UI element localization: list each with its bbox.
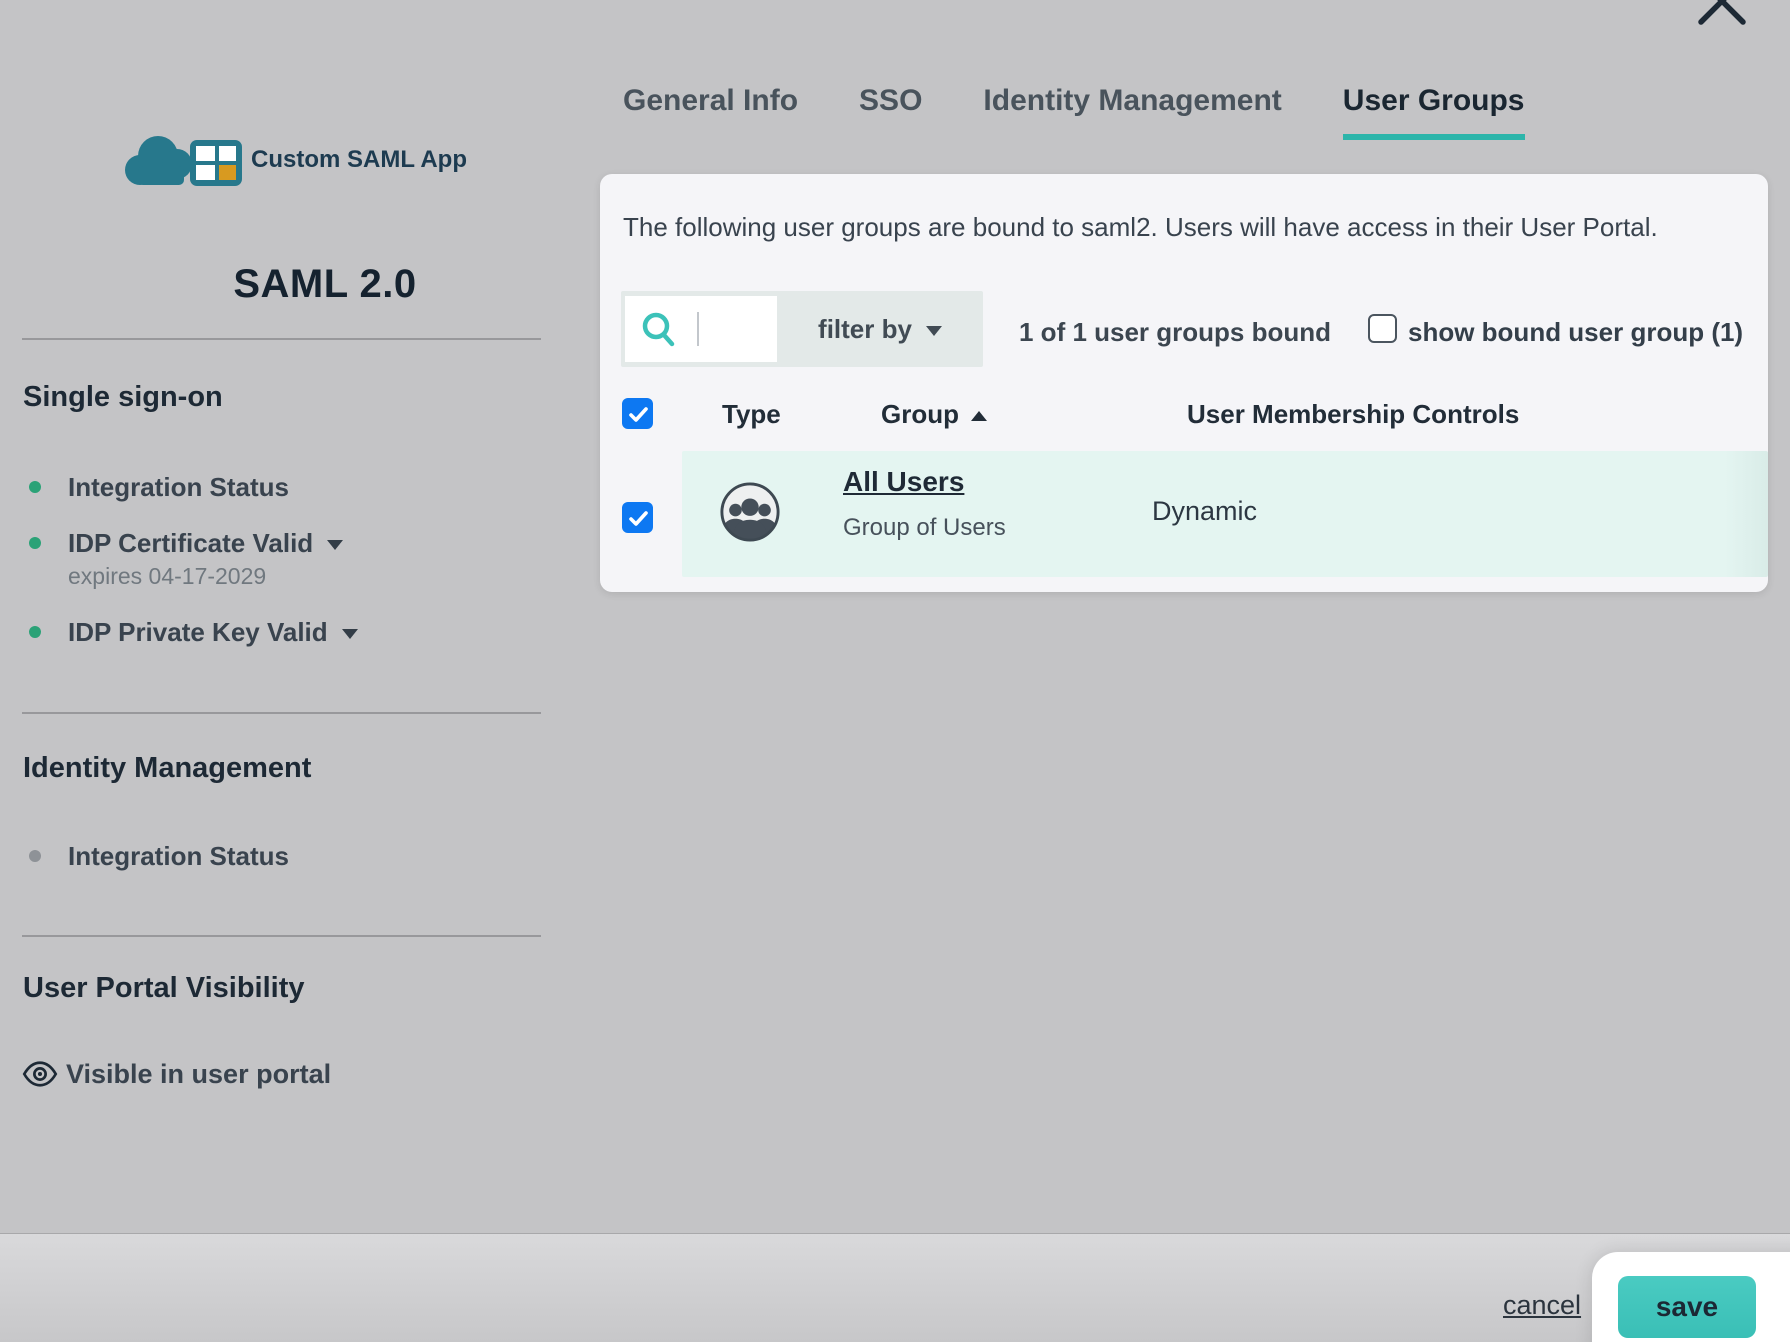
search-filter-bar: filter by xyxy=(621,291,983,367)
show-bound-label: show bound user group (1) xyxy=(1408,317,1743,348)
tab-bar: General Info SSO Identity Management Use… xyxy=(623,84,1525,140)
footer-bar xyxy=(0,1234,1790,1342)
sidebar-section-single-sign-on: Single sign-on xyxy=(23,381,223,414)
group-subtype: Group of Users xyxy=(843,514,1006,542)
group-column-label: Group xyxy=(881,399,959,429)
eye-icon xyxy=(22,1060,58,1088)
sidebar-item-visible-in-user-portal: Visible in user portal xyxy=(66,1059,331,1090)
sidebar-item-sso-integration-status[interactable]: Integration Status xyxy=(68,472,289,503)
check-icon xyxy=(626,506,650,530)
column-header-type: Type xyxy=(722,399,781,430)
cloud-grid-logo-icon xyxy=(116,126,246,190)
column-header-user-membership-controls: User Membership Controls xyxy=(1187,399,1519,430)
sidebar-divider xyxy=(22,712,541,714)
status-dot-green xyxy=(29,481,41,493)
search-input[interactable] xyxy=(685,304,775,356)
user-groups-panel: The following user groups are bound to s… xyxy=(600,174,1768,592)
cancel-button[interactable]: cancel xyxy=(1503,1290,1581,1321)
tab-sso[interactable]: SSO xyxy=(859,84,922,140)
sidebar-section-user-portal-visibility: User Portal Visibility xyxy=(23,972,305,1005)
sidebar-item-im-integration-status[interactable]: Integration Status xyxy=(68,841,289,872)
status-dot-green xyxy=(29,626,41,638)
idp-private-key-valid-label: IDP Private Key Valid xyxy=(68,617,328,647)
panel-description: The following user groups are bound to s… xyxy=(623,212,1658,243)
group-avatar-icon xyxy=(719,481,781,543)
idp-certificate-valid-label: IDP Certificate Valid xyxy=(68,528,313,558)
caret-down-icon[interactable] xyxy=(327,540,343,550)
tab-general-info[interactable]: General Info xyxy=(623,84,798,140)
membership-control-value: Dynamic xyxy=(1152,496,1257,527)
row-checkbox[interactable] xyxy=(622,502,653,533)
check-icon xyxy=(626,402,650,426)
column-header-group[interactable]: Group xyxy=(881,399,987,430)
sort-asc-icon xyxy=(971,411,987,421)
sidebar-divider xyxy=(22,935,541,937)
certificate-expiry-text: expires 04-17-2029 xyxy=(68,563,266,590)
app-logo-label: Custom SAML App xyxy=(251,146,467,174)
tab-identity-management[interactable]: Identity Management xyxy=(983,84,1281,140)
sidebar-section-identity-management: Identity Management xyxy=(23,752,311,785)
sidebar-divider xyxy=(22,338,541,340)
app-protocol-title: SAML 2.0 xyxy=(150,262,500,307)
caret-down-icon[interactable] xyxy=(342,629,358,639)
close-icon[interactable] xyxy=(1693,0,1751,30)
search-icon xyxy=(639,310,679,350)
select-all-checkbox[interactable] xyxy=(622,398,653,429)
filter-by-dropdown[interactable]: filter by xyxy=(777,291,983,367)
sidebar-item-idp-private-key-valid[interactable]: IDP Private Key Valid xyxy=(68,617,358,648)
bound-groups-summary: 1 of 1 user groups bound xyxy=(1019,317,1331,348)
caret-down-icon xyxy=(926,326,942,336)
save-button[interactable]: save xyxy=(1618,1276,1756,1338)
filter-by-label: filter by xyxy=(818,314,912,344)
show-bound-checkbox[interactable] xyxy=(1368,314,1397,343)
tab-user-groups[interactable]: User Groups xyxy=(1343,84,1525,140)
sidebar-item-idp-certificate-valid[interactable]: IDP Certificate Valid xyxy=(68,528,343,559)
group-name-link[interactable]: All Users xyxy=(843,466,964,498)
search-box[interactable] xyxy=(625,296,777,362)
status-dot-gray xyxy=(29,850,41,862)
saml-app-modal: General Info SSO Identity Management Use… xyxy=(0,0,1790,1342)
status-dot-green xyxy=(29,537,41,549)
